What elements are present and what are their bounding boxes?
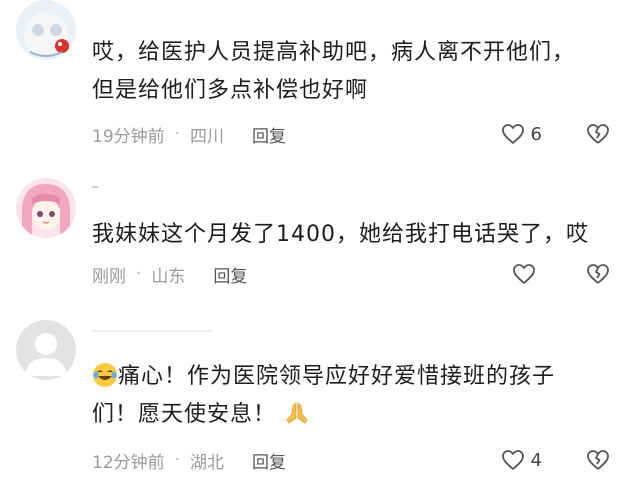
comment-item: 痛心！作为医院领导应好好爱惜接班的孩子 们！愿天使安息！ 12分钟前 · 湖北 …	[0, 0, 640, 484]
reply-button[interactable]: 回复	[252, 448, 286, 473]
username-placeholder	[92, 330, 212, 332]
like-button[interactable]: 4	[501, 448, 542, 472]
laughing-tears-emoji	[93, 363, 117, 387]
comment-text-line: 们！愿天使安息！	[92, 396, 626, 434]
dislike-button[interactable]	[586, 448, 610, 472]
comment-location: 湖北	[190, 452, 225, 473]
avatar[interactable]	[16, 320, 76, 380]
comment-meta: 12分钟前 · 湖北 回复 4	[92, 448, 626, 473]
comment-time: 12分钟前	[92, 452, 165, 473]
like-count: 4	[530, 449, 542, 471]
comment-text-line: 痛心！作为医院领导应好好爱惜接班的孩子	[92, 358, 626, 396]
praying-hands-emoji	[286, 402, 308, 424]
heart-outline-icon	[501, 450, 524, 470]
separator-dot: ·	[174, 450, 181, 470]
comment-text-segment: 痛心！作为医院领导应好好爱惜接班的孩子	[118, 364, 556, 389]
broken-heart-icon	[587, 450, 609, 470]
comment-text-segment: 们！愿天使安息！	[92, 402, 277, 427]
comment-text: 痛心！作为医院领导应好好爱惜接班的孩子 们！愿天使安息！	[92, 358, 626, 434]
